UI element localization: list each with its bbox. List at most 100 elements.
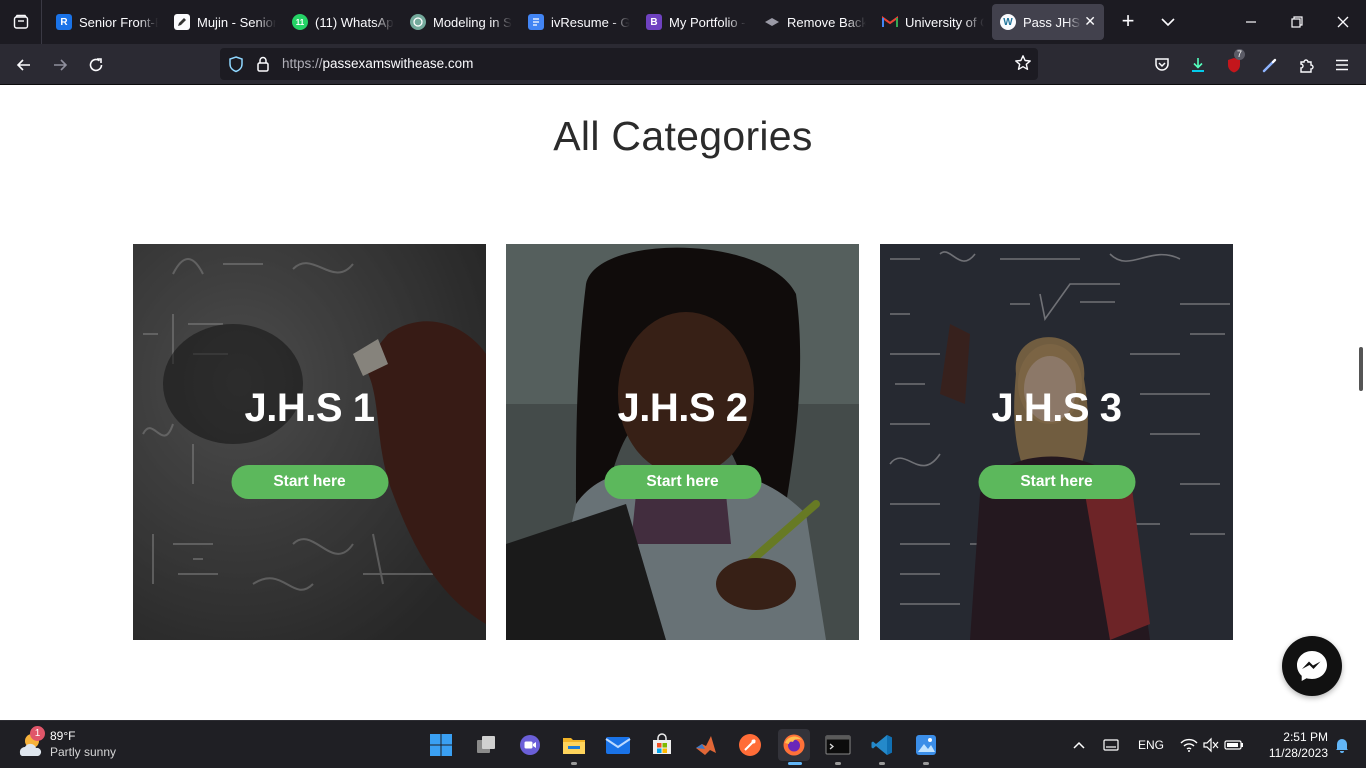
pen-favicon-icon [174,14,190,30]
firefox-icon [783,734,805,756]
task-view-icon [477,736,495,753]
tab-label: Senior Front-E [79,14,158,30]
postman-icon [739,734,761,756]
tab-portfolio[interactable]: B My Portfolio - [638,4,756,40]
matlab-icon [696,736,716,755]
card-title: J.H.S 2 [617,386,748,430]
bell-icon [1336,739,1348,753]
layers-favicon-icon [764,14,780,30]
language-indicator[interactable]: ENG [1138,738,1164,752]
battery-icon [1224,740,1243,750]
bookmark-star-icon[interactable] [1014,54,1032,77]
card-title: J.H.S 3 [991,386,1122,430]
navigation-toolbar: https://passexamswithease.com 7 [0,44,1366,85]
category-card-jhs1[interactable]: J.H.S 1 Start here [133,244,486,640]
scrollbar-thumb[interactable] [1359,347,1363,391]
quick-settings-button[interactable] [1174,729,1250,761]
running-indicator [571,762,577,765]
teams-chat-button[interactable] [514,729,546,761]
messenger-icon [1297,651,1327,681]
reload-icon[interactable] [84,53,108,77]
tab-pass-jhs[interactable]: W Pass JHS M ✕ [992,4,1104,40]
card-overlay [506,244,859,640]
tab-modeling[interactable]: Modeling in S [402,4,520,40]
vscode-button[interactable] [866,729,898,765]
url-scheme: https:// [282,56,323,71]
tab-label: Modeling in S [433,14,512,30]
clock[interactable]: 2:51 PM 11/28/2023 [1258,729,1328,761]
bootstrap-favicon-icon: B [646,14,662,30]
tab-label: ivResume - Go [551,14,630,30]
microsoft-store-button[interactable] [646,729,678,761]
start-here-button[interactable]: Start here [231,465,388,499]
weather-condition: Partly sunny [50,745,117,759]
start-here-button[interactable]: Start here [604,465,761,499]
restore-icon[interactable] [1285,10,1309,34]
app-menu-icon[interactable] [1330,53,1354,77]
page-title: All Categories [553,113,813,159]
terminal-button[interactable] [822,729,854,765]
tab-university[interactable]: University of G [874,4,992,40]
photos-button[interactable] [910,729,942,765]
tab-strip: R Senior Front-E Mujin - Senior 11 (11) … [42,0,1104,44]
matlab-button[interactable] [690,729,722,761]
chevron-down-icon[interactable] [1157,10,1179,34]
close-tab-icon[interactable]: ✕ [1084,13,1096,30]
extension-badge: 7 [1234,49,1246,60]
folder-icon [563,738,585,754]
card-overlay [133,244,486,640]
notifications-button[interactable] [1330,729,1354,761]
google-docs-favicon-icon [528,14,544,30]
store-icon [653,733,671,754]
file-explorer-button[interactable] [558,729,590,765]
start-button[interactable] [425,729,457,761]
new-tab-icon[interactable]: + [1116,10,1140,34]
chatgpt-favicon-icon [410,14,426,30]
tab-senior-frontend[interactable]: R Senior Front-E [48,4,166,40]
running-indicator [788,762,802,765]
running-indicator [923,762,929,765]
back-icon[interactable] [12,53,36,77]
chevron-up-icon [1073,741,1085,749]
tab-label: Pass JHS M [1023,14,1081,30]
url-text[interactable]: https://passexamswithease.com [282,56,473,71]
list-all-tabs-icon[interactable] [0,0,42,44]
firefox-button[interactable] [778,729,810,765]
tab-remove-background[interactable]: Remove Backg [756,4,874,40]
mail-button[interactable] [602,729,634,761]
card-overlay [880,244,1233,640]
show-hidden-icons-button[interactable] [1064,729,1094,761]
postman-button[interactable] [734,729,766,761]
task-view-button[interactable] [470,729,502,761]
color-picker-extension-icon[interactable] [1258,53,1282,77]
wifi-icon [1180,738,1198,752]
tracking-protection-shield-icon[interactable] [228,55,244,78]
r-favicon-icon: R [56,14,72,30]
forward-icon[interactable] [48,53,72,77]
tab-mujin[interactable]: Mujin - Senior [166,4,284,40]
windows-taskbar: 1 89°F Partly sunny ENG 2:51 PM 11/28/20… [0,720,1366,768]
start-here-button[interactable]: Start here [978,465,1135,499]
downloads-icon[interactable] [1186,53,1210,77]
ublock-extension-icon[interactable]: 7 [1222,49,1246,77]
pocket-icon[interactable] [1150,53,1174,77]
close-window-icon[interactable] [1331,10,1355,34]
weather-widget[interactable]: 1 89°F Partly sunny [16,726,146,763]
minimize-icon[interactable] [1239,10,1263,34]
extensions-puzzle-icon[interactable] [1294,53,1318,77]
tab-whatsapp[interactable]: 11 (11) WhatsApp [284,4,402,40]
tab-ivresume[interactable]: ivResume - Go [520,4,638,40]
tab-label: (11) WhatsApp [315,14,394,30]
address-bar[interactable]: https://passexamswithease.com [220,48,1038,80]
weather-temperature: 89°F [50,729,76,743]
gmail-favicon-icon [882,14,898,30]
lock-icon[interactable] [256,55,270,78]
messenger-chat-button[interactable] [1282,636,1342,696]
clock-date: 11/28/2023 [1268,746,1328,760]
running-indicator [835,762,841,765]
category-card-jhs3[interactable]: J.H.S 3 Start here [880,244,1233,640]
wordpress-favicon-icon: W [1000,14,1016,30]
category-card-jhs2[interactable]: J.H.S 2 Start here [506,244,859,640]
touch-keyboard-button[interactable] [1096,729,1126,761]
running-indicator [879,762,885,765]
